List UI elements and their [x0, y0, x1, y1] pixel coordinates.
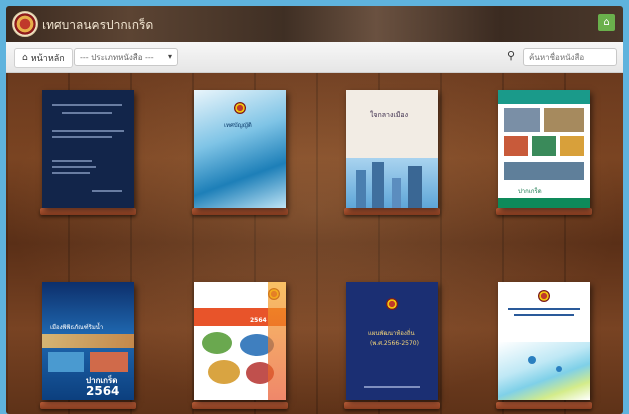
- book-cover-1[interactable]: [42, 90, 134, 208]
- search-icon[interactable]: ⚲: [507, 49, 515, 62]
- cover-year: 2564: [86, 384, 120, 398]
- chevron-down-icon: ▾: [167, 52, 172, 61]
- emblem-icon: [234, 102, 246, 114]
- book-cover-6[interactable]: 2564: [194, 282, 286, 400]
- emblem-icon: [538, 290, 550, 302]
- top-bar: เทศบาลนครปากเกร็ด ⌂: [6, 6, 623, 42]
- book-cover-2[interactable]: เทศบัญญัติ: [194, 90, 286, 208]
- book-cover-3[interactable]: ใจกลางเมือง: [346, 90, 438, 208]
- house-icon: ⌂: [22, 53, 28, 63]
- shelf-ledge: [344, 402, 440, 409]
- category-select[interactable]: --- ประเภทหนังสือ --- ▾: [74, 48, 178, 66]
- municipality-logo-icon: [12, 11, 38, 37]
- home-tab-label: หน้าหลัก: [30, 54, 65, 64]
- search-input[interactable]: [523, 48, 617, 66]
- book-cover-7[interactable]: แผนพัฒนาท้องถิ่น (พ.ศ.2566-2570): [346, 282, 438, 400]
- home-tab[interactable]: ⌂ หน้าหลัก: [14, 48, 73, 68]
- category-select-value: --- ประเภทหนังสือ ---: [80, 52, 154, 62]
- shelf-ledge: [40, 208, 136, 215]
- book-cover-5[interactable]: เมืองพิพิธภัณฑ์ริมน้ำ ปากเกร็ด 2564: [42, 282, 134, 400]
- app-title: เทศบาลนครปากเกร็ด: [42, 18, 154, 32]
- shelf-ledge: [496, 208, 592, 215]
- cover-title: ใจกลางเมือง: [370, 111, 409, 119]
- book-cover-4[interactable]: ปากเกร็ด: [498, 90, 590, 208]
- shelf-ledge: [192, 402, 288, 409]
- shelf-ledge: [496, 402, 592, 409]
- shelf-ledge: [344, 208, 440, 215]
- search-box: ⚲: [507, 48, 617, 66]
- cover-title: แผนพัฒนาท้องถิ่น: [368, 330, 415, 337]
- cover-title: เมืองพิพิธภัณฑ์ริมน้ำ: [50, 324, 104, 331]
- shelf-ledge: [40, 402, 136, 409]
- cover-subtitle: (พ.ศ.2566-2570): [370, 340, 419, 347]
- shelf-ledge: [192, 208, 288, 215]
- cover-title: เทศบัญญัติ: [224, 122, 252, 129]
- cover-title: ปากเกร็ด: [518, 188, 542, 195]
- home-icon[interactable]: ⌂: [598, 14, 615, 31]
- nav-bar: ⌂ หน้าหลัก --- ประเภทหนังสือ --- ▾ ⚲: [6, 42, 623, 73]
- emblem-icon: [386, 298, 398, 310]
- cover-year: 2564: [250, 317, 267, 324]
- app-window: เทศบาลนครปากเกร็ด ⌂ ⌂ หน้าหลัก --- ประเภ…: [6, 6, 623, 414]
- book-cover-8[interactable]: [498, 282, 590, 400]
